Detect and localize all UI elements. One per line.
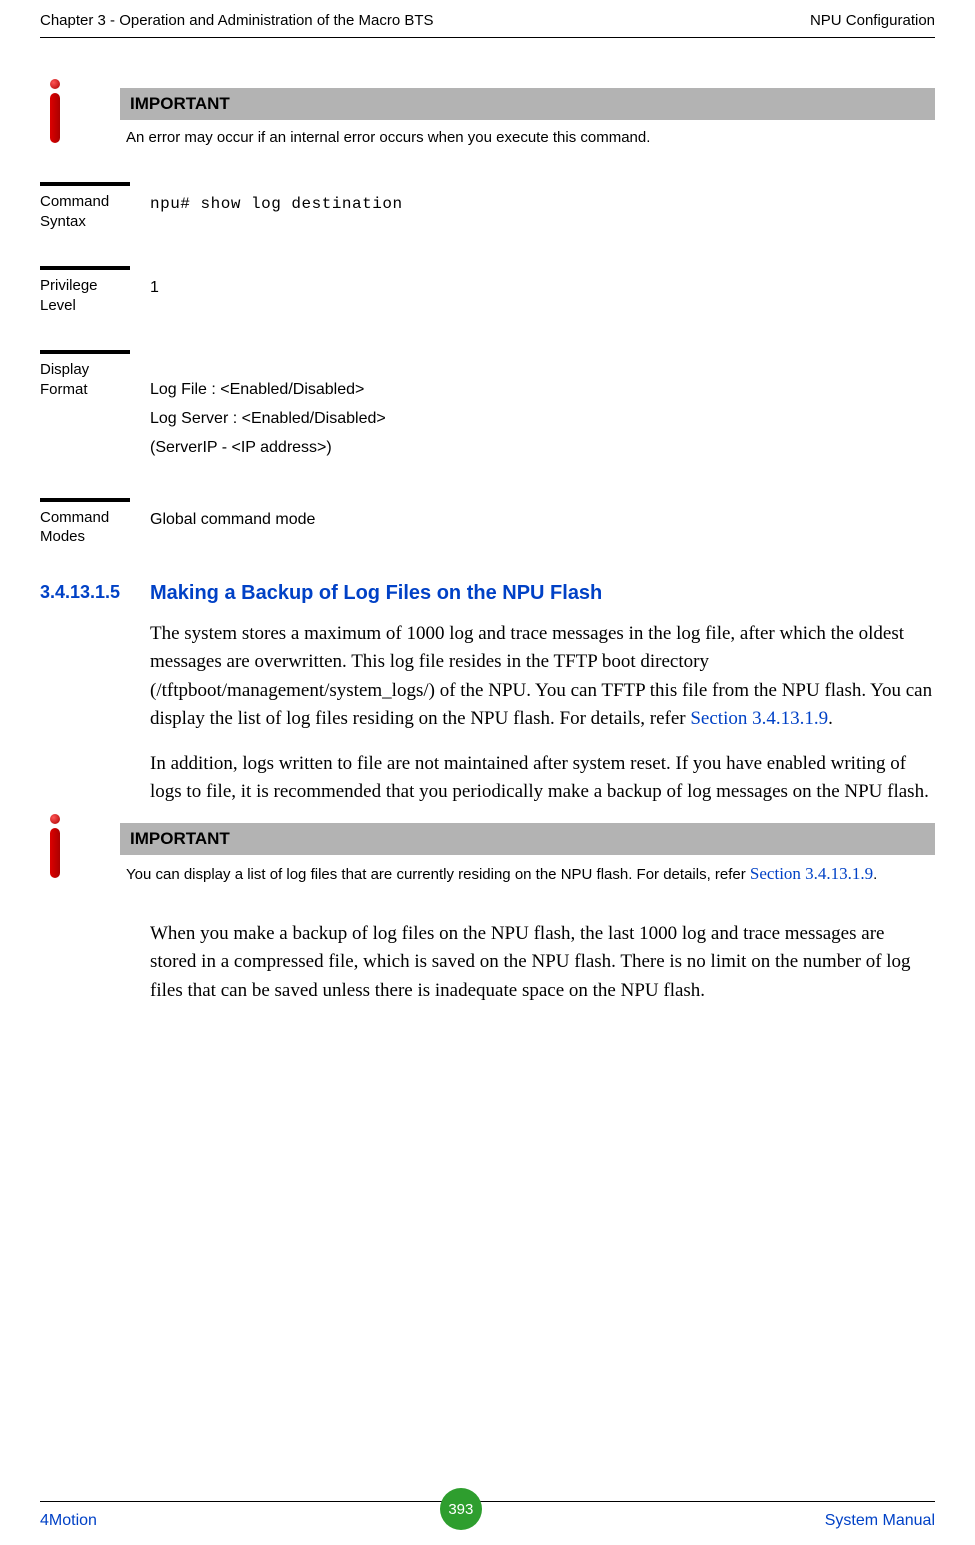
section-title: Making a Backup of Log Files on the NPU …: [150, 582, 602, 605]
display-format-line1: Log File : <Enabled/Disabled>: [150, 376, 935, 405]
important2-text-b: .: [873, 866, 877, 883]
important-icon: [40, 88, 120, 143]
footer-left: 4Motion: [40, 1512, 97, 1530]
paragraph-1: The system stores a maximum of 1000 log …: [150, 620, 935, 734]
privilege-level-row: Privilege Level 1: [40, 266, 935, 315]
command-syntax-value: npu# show log destination: [150, 182, 935, 219]
command-modes-value: Global command mode: [150, 498, 935, 535]
command-modes-label: Command Modes: [40, 498, 130, 547]
important2-link[interactable]: Section 3.4.13.1.9: [750, 864, 873, 883]
command-modes-row: Command Modes Global command mode: [40, 498, 935, 547]
display-format-row: Display Format Log File : <Enabled/Disab…: [40, 350, 935, 462]
important-icon: [40, 823, 120, 878]
paragraph-3: When you make a backup of log files on t…: [150, 920, 935, 1006]
header-left: Chapter 3 - Operation and Administration…: [40, 12, 434, 29]
important2-text-a: You can display a list of log files that…: [126, 866, 750, 883]
important-text: An error may occur if an internal error …: [120, 120, 935, 152]
important-text: You can display a list of log files that…: [120, 855, 935, 890]
page-footer: 4Motion 393 System Manual: [40, 1501, 935, 1530]
privilege-level-value: 1: [150, 266, 935, 303]
display-format-line3: (ServerIP - <IP address>): [150, 434, 935, 463]
footer-right: System Manual: [825, 1512, 935, 1530]
header-right: NPU Configuration: [810, 12, 935, 29]
important-note-1: IMPORTANT An error may occur if an inter…: [40, 88, 935, 152]
important-title: IMPORTANT: [120, 823, 935, 855]
privilege-level-label: Privilege Level: [40, 266, 130, 315]
important-note-2: IMPORTANT You can display a list of log …: [40, 823, 935, 890]
page-header: Chapter 3 - Operation and Administration…: [40, 0, 935, 38]
display-format-line2: Log Server : <Enabled/Disabled>: [150, 405, 935, 434]
command-syntax-row: Command Syntax npu# show log destination: [40, 182, 935, 231]
display-format-value: Log File : <Enabled/Disabled> Log Server…: [150, 350, 935, 462]
display-format-label: Display Format: [40, 350, 130, 399]
page-number: 393: [440, 1488, 482, 1530]
important-title: IMPORTANT: [120, 88, 935, 120]
para1-text-b: .: [828, 708, 833, 729]
command-syntax-label: Command Syntax: [40, 182, 130, 231]
section-heading: 3.4.13.1.5 Making a Backup of Log Files …: [40, 582, 935, 605]
section-number: 3.4.13.1.5: [40, 582, 150, 603]
paragraph-2: In addition, logs written to file are no…: [150, 750, 935, 807]
para1-link[interactable]: Section 3.4.13.1.9: [690, 708, 828, 729]
